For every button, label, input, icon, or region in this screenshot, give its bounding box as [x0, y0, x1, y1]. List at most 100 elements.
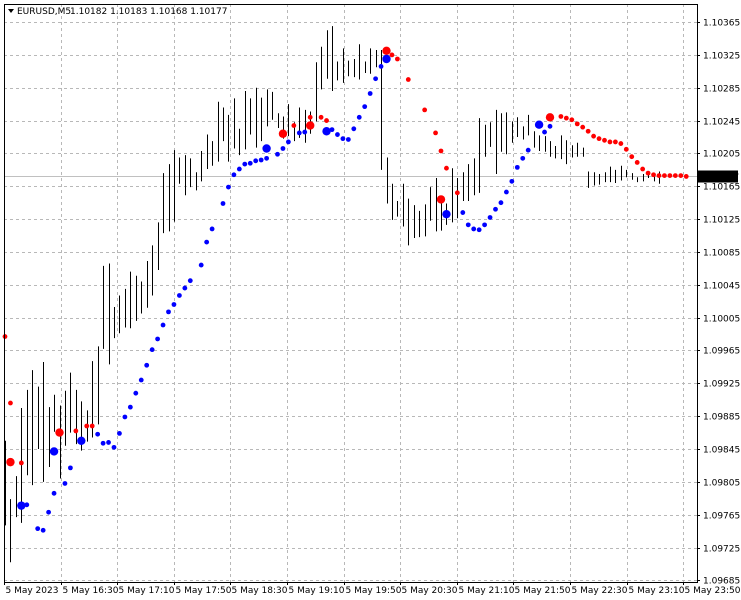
red-indicator-dot: [667, 173, 673, 178]
blue-indicator-dot: [335, 132, 340, 137]
price-label-text: 1.10177: [702, 173, 739, 183]
red-indicator-dot: [454, 190, 460, 196]
y-tick-label: 1.09845: [703, 446, 740, 456]
x-tick-label: 5 May 17:50: [176, 586, 232, 596]
y-tick-label: 1.10125: [703, 216, 740, 226]
blue-indicator-dot: [182, 285, 188, 291]
blue-indicator-dot: [171, 302, 177, 307]
red-indicator-dot: [591, 133, 596, 139]
y-tick-label: 1.10325: [703, 52, 740, 62]
red-indicator-dot: [306, 121, 315, 130]
blue-indicator-dot: [127, 404, 133, 410]
blue-indicator-dot: [367, 91, 373, 96]
red-indicator-dot: [324, 118, 329, 123]
y-tick-label: 1.09805: [703, 479, 740, 489]
blue-indicator-dot: [286, 139, 291, 145]
y-tick-label: 1.10085: [703, 249, 740, 259]
red-indicator-dot: [18, 460, 24, 466]
blue-indicator-dot: [362, 104, 368, 110]
blue-indicator-dot: [280, 146, 286, 151]
ohlc-values: 1.10182 1.10183 1.10168 1.10177: [70, 7, 227, 17]
red-indicator-dot: [389, 52, 395, 58]
x-tick-label: 5 May 21:50: [515, 586, 571, 596]
blue-indicator-dot: [177, 293, 182, 298]
x-tick-label: 5 May 18:30: [232, 586, 288, 596]
red-indicator-dot: [318, 114, 324, 120]
blue-indicator-dot: [498, 200, 504, 206]
blue-indicator-dot: [51, 490, 57, 496]
y-tick-label: 1.10045: [703, 282, 740, 292]
blue-indicator-dot: [155, 336, 161, 342]
blue-indicator-dot: [373, 76, 378, 82]
blue-indicator-dot: [509, 178, 515, 184]
blue-indicator-dot: [117, 430, 122, 436]
blue-indicator-dot: [351, 126, 357, 132]
blue-indicator-dot: [133, 390, 139, 396]
red-indicator-dot: [55, 428, 64, 437]
symbol-label: EURUSD,M5: [17, 7, 71, 17]
y-tick-label: 1.09765: [703, 512, 740, 522]
chart-canvas[interactable]: 1.10365 1.10325 1.10285 1.10245 1.10205 1.101…: [0, 0, 741, 600]
y-tick-label: 1.10005: [703, 315, 740, 325]
blue-indicator-dot: [296, 130, 302, 136]
blue-indicator-dot: [340, 136, 346, 142]
red-indicator-dot: [422, 107, 428, 113]
blue-indicator-dot: [106, 440, 111, 445]
blue-indicator-dot: [487, 215, 493, 220]
blue-indicator-dot: [504, 189, 509, 195]
blue-indicator-dot: [378, 63, 384, 69]
dropdown-arrow-icon[interactable]: [8, 9, 14, 13]
x-tick-label: 5 May 21:10: [459, 586, 515, 596]
y-tick-label: 1.10245: [703, 118, 740, 128]
blue-indicator-dot: [262, 144, 271, 153]
blue-indicator-dot: [493, 206, 498, 212]
blue-indicator-dot: [144, 362, 150, 368]
blue-indicator-dot: [258, 157, 264, 163]
x-tick-label: 5 May 2023: [6, 586, 59, 596]
red-indicator-dot: [618, 141, 624, 146]
red-indicator-dot: [629, 154, 635, 160]
red-indicator-dot: [444, 165, 449, 171]
blue-indicator-dot: [345, 137, 351, 142]
blue-indicator-dot: [460, 210, 466, 215]
x-tick-label: 5 May 17:10: [119, 586, 175, 596]
red-indicator-dot: [8, 400, 13, 406]
red-indicator-dot: [395, 56, 400, 62]
blue-indicator-dot: [322, 127, 331, 136]
red-indicator-dot: [6, 457, 15, 467]
header: EURUSD,M5 1.10182 1.10183 1.10168 1.1017…: [8, 7, 227, 17]
price-label: 1.10177: [698, 170, 739, 183]
plot-frame: [4, 4, 698, 583]
red-indicator-dot: [651, 172, 656, 178]
x-tick-label: 5 May 22:30: [572, 586, 628, 596]
red-indicator-dot: [73, 428, 79, 434]
y-tick-label: 1.09885: [703, 413, 740, 423]
blue-indicator-dot: [149, 347, 155, 353]
red-indicator-dot: [645, 170, 651, 176]
red-indicator-dot: [307, 114, 313, 120]
y-tick-label: 1.10285: [703, 85, 740, 95]
red-indicator-dot: [382, 46, 391, 55]
blue-indicator-dot: [236, 166, 242, 172]
blue-indicator-dot: [209, 226, 215, 232]
red-indicator-dot: [89, 423, 95, 429]
red-indicator-dot: [438, 148, 444, 154]
red-indicator-dot: [607, 139, 613, 145]
red-indicator-dot: [634, 160, 640, 165]
red-indicator-dot: [563, 115, 569, 121]
blue-indicator-dot: [49, 447, 59, 456]
y-tick-label: 1.09965: [703, 347, 740, 357]
blue-indicator-dot: [17, 501, 26, 510]
red-indicator-dot: [580, 124, 586, 130]
x-tick-label: 5 May 23:10: [629, 586, 685, 596]
blue-indicator-dot: [226, 184, 231, 190]
blue-indicator-dot: [220, 201, 226, 206]
red-indicator-dot: [291, 123, 297, 128]
blue-indicator-dot: [542, 129, 547, 135]
chart[interactable]: 1.10365 1.10325 1.10285 1.10245 1.10205 1.101…: [0, 0, 741, 600]
red-indicator-dot: [569, 117, 575, 123]
grid: [4, 4, 697, 582]
y-tick-label: 1.10205: [703, 150, 740, 160]
blue-indicator-dot: [253, 158, 259, 164]
blue-indicator-dot: [382, 54, 391, 64]
